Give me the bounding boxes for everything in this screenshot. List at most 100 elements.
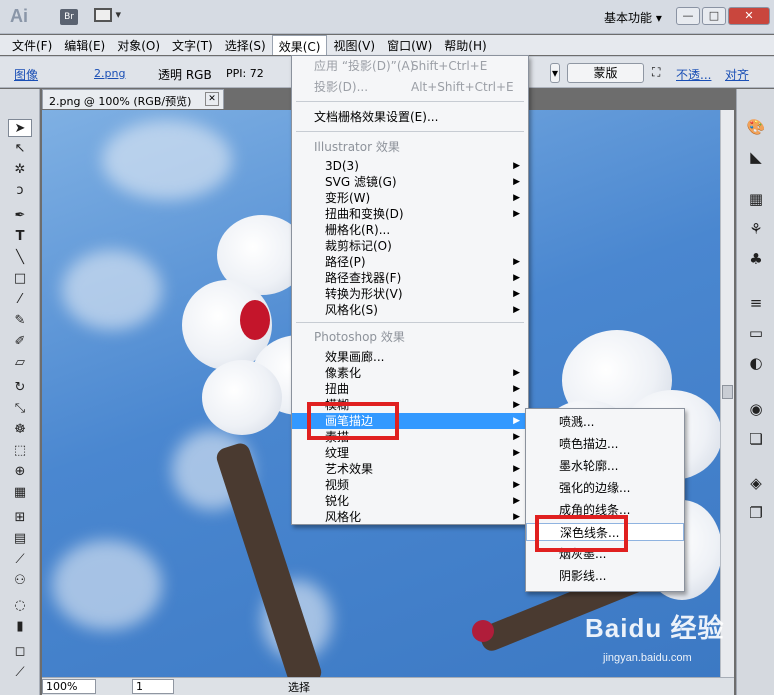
menu-svg-filters[interactable]: SVG 滤镜(G) ▶: [292, 174, 528, 190]
workspace-switcher[interactable]: 基本功能 ▾: [604, 9, 662, 26]
menu-pixelate[interactable]: 像素化 ▶: [292, 365, 528, 381]
column-graph-tool-icon[interactable]: ▮: [8, 618, 32, 636]
shortcut-text: Shift+Ctrl+E: [411, 59, 488, 73]
status-mode-text[interactable]: 选择: [288, 679, 310, 695]
submenu-arrow-icon: ▶: [513, 305, 520, 315]
menu-help[interactable]: 帮助(H): [438, 35, 492, 55]
menu-effect[interactable]: 效果(C): [271, 35, 328, 55]
lasso-tool-icon[interactable]: ↄ: [8, 182, 32, 200]
direct-selection-tool-icon[interactable]: ↖: [8, 140, 32, 158]
opacity-link[interactable]: 不透...: [676, 66, 711, 83]
submenu-crosshatch[interactable]: 阴影线...: [526, 567, 684, 585]
artboards-panel-icon[interactable]: ❐: [745, 503, 767, 523]
gradient-panel-icon[interactable]: ▭: [745, 323, 767, 343]
symbol-sprayer-tool-icon[interactable]: ◌: [8, 597, 32, 615]
magic-wand-tool-icon[interactable]: ✲: [8, 161, 32, 179]
transparency-panel-icon[interactable]: ◐: [745, 353, 767, 373]
scale-tool-icon[interactable]: ⤡: [8, 400, 32, 418]
menu-select[interactable]: 选择(S): [219, 35, 272, 55]
zoom-select[interactable]: 100%: [42, 679, 96, 694]
pen-tool-icon[interactable]: ✒: [8, 207, 32, 225]
swatches-panel-icon[interactable]: ▦: [745, 189, 767, 209]
mask-button[interactable]: 蒙版: [567, 63, 644, 83]
submenu-ink-outlines[interactable]: 墨水轮廓...: [526, 457, 684, 475]
layers-panel-icon[interactable]: ◈: [745, 473, 767, 493]
menu-3d[interactable]: 3D(3) ▶: [292, 158, 528, 174]
menu-window[interactable]: 窗口(W): [381, 35, 438, 55]
page-number-field[interactable]: 1: [132, 679, 174, 694]
menu-distort[interactable]: 扭曲 ▶: [292, 381, 528, 397]
selection-tool-icon[interactable]: ➤: [8, 119, 32, 137]
file-name-link[interactable]: 2.png: [94, 67, 125, 80]
menu-artistic[interactable]: 艺术效果 ▶: [292, 461, 528, 477]
type-tool-icon[interactable]: T: [8, 228, 32, 246]
appearance-panel-icon[interactable]: ◉: [745, 399, 767, 419]
blend-tool-icon[interactable]: ⚇: [8, 572, 32, 590]
menu-object[interactable]: 对象(O): [111, 35, 166, 55]
submenu-arrow-icon: ▶: [513, 464, 520, 474]
menu-file[interactable]: 文件(F): [6, 35, 58, 55]
artboard-tool-icon[interactable]: ◻: [8, 643, 32, 661]
bridge-button[interactable]: Br: [60, 9, 78, 25]
symbols-panel-icon[interactable]: ♣: [745, 249, 767, 269]
slice-tool-icon[interactable]: ⟋: [8, 664, 32, 682]
pencil-tool-icon[interactable]: ✎: [8, 312, 32, 330]
color-panel-icon[interactable]: 🎨: [745, 117, 767, 137]
submenu-sprayed-strokes[interactable]: 喷色描边...: [526, 435, 684, 453]
menu-warp[interactable]: 变形(W) ▶: [292, 190, 528, 206]
menu-crop-marks[interactable]: 裁剪标记(O): [292, 238, 528, 254]
menu-rasterize[interactable]: 栅格化(R)...: [292, 222, 528, 238]
menu-video[interactable]: 视频 ▶: [292, 477, 528, 493]
menu-path[interactable]: 路径(P) ▶: [292, 254, 528, 270]
document-tab[interactable]: 2.png @ 100% (RGB/预览) ✕: [42, 89, 224, 109]
paintbrush-tool-icon[interactable]: ⁄: [8, 291, 32, 309]
line-tool-icon[interactable]: ╲: [8, 249, 32, 267]
menu-raster-effects-settings[interactable]: 文档栅格效果设置(E)...: [292, 109, 528, 125]
menu-view[interactable]: 视图(V): [327, 35, 381, 55]
stroke-panel-icon[interactable]: ≡: [745, 293, 767, 313]
align-link[interactable]: 对齐: [725, 66, 749, 83]
color-guide-panel-icon[interactable]: ◣: [745, 147, 767, 167]
warp-tool-icon[interactable]: ☸: [8, 421, 32, 439]
submenu-arrow-icon: ▶: [513, 400, 520, 410]
blob-brush-tool-icon[interactable]: ✐: [8, 333, 32, 351]
background-blur: [62, 250, 162, 330]
close-button[interactable]: ✕: [728, 7, 770, 25]
close-tab-icon[interactable]: ✕: [205, 92, 219, 106]
menu-sharpen[interactable]: 锐化 ▶: [292, 493, 528, 509]
menu-distort-transform[interactable]: 扭曲和变换(D) ▶: [292, 206, 528, 222]
maximize-button[interactable]: □: [702, 7, 726, 25]
transform-icon[interactable]: ⛶: [652, 65, 660, 80]
gradient-tool-icon[interactable]: ▤: [8, 530, 32, 548]
menu-stylize-ps[interactable]: 风格化 ▶: [292, 509, 528, 525]
scrollbar-thumb[interactable]: [722, 385, 733, 399]
minimize-button[interactable]: —: [676, 7, 700, 25]
free-transform-tool-icon[interactable]: ⬚: [8, 442, 32, 460]
menu-effect-gallery[interactable]: 效果画廊...: [292, 349, 528, 365]
eraser-tool-icon[interactable]: ▱: [8, 354, 32, 372]
brushes-panel-icon[interactable]: ⚘: [745, 219, 767, 239]
menu-convert-to-shape[interactable]: 转换为形状(V) ▶: [292, 286, 528, 302]
menu-edit[interactable]: 编辑(E): [58, 35, 111, 55]
flower-petal: [202, 360, 282, 435]
eyedropper-tool-icon[interactable]: ⟋: [8, 551, 32, 569]
graphic-styles-panel-icon[interactable]: ❏: [745, 429, 767, 449]
perspective-grid-tool-icon[interactable]: ▦: [8, 484, 32, 502]
document-tab-title: 2.png @ 100% (RGB/预览): [49, 95, 192, 108]
shape-builder-tool-icon[interactable]: ⊕: [8, 463, 32, 481]
mesh-tool-icon[interactable]: ⊞: [8, 509, 32, 527]
right-panel-dock: 🎨 ◣ ▦ ⚘ ♣ ≡ ▭ ◐ ◉ ❏ ◈ ❐: [736, 89, 774, 695]
annotation-highlight-box: [535, 515, 628, 552]
menu-stylize-ai[interactable]: 风格化(S) ▶: [292, 302, 528, 318]
menu-pathfinder[interactable]: 路径查找器(F) ▶: [292, 270, 528, 286]
submenu-spatter[interactable]: 喷溅...: [526, 413, 684, 431]
dropdown-arrow[interactable]: ▾: [550, 63, 560, 83]
rectangle-tool-icon[interactable]: □: [8, 270, 32, 288]
menu-type[interactable]: 文字(T): [166, 35, 219, 55]
vertical-scrollbar[interactable]: [720, 110, 734, 677]
rotate-tool-icon[interactable]: ↻: [8, 379, 32, 397]
arrange-documents-button[interactable]: ▾: [94, 8, 124, 26]
submenu-accented-edges[interactable]: 强化的边缘...: [526, 479, 684, 497]
menu-texture[interactable]: 纹理 ▶: [292, 445, 528, 461]
image-label-link[interactable]: 图像: [14, 66, 38, 83]
